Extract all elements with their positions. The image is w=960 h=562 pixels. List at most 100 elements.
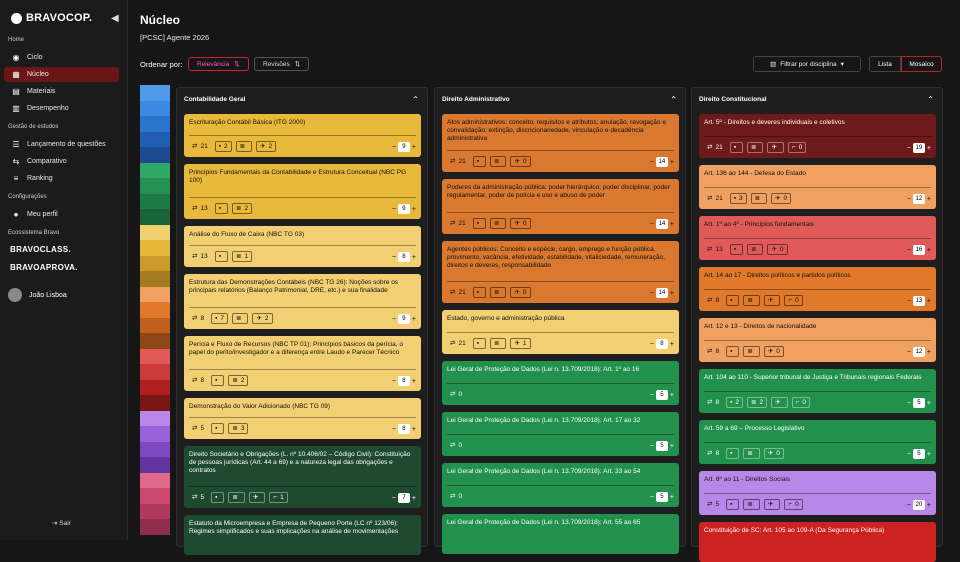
decrement-button[interactable]: − — [907, 502, 911, 509]
card-stat[interactable]: ✈ 0 — [767, 243, 788, 255]
card-stat[interactable]: ✈ 0 — [771, 192, 792, 204]
topic-card[interactable]: Estrutura das Demonstrações Contábeis (N… — [184, 274, 421, 329]
decrement-button[interactable]: − — [907, 298, 911, 305]
revision-counter[interactable]: −13 + — [907, 296, 931, 306]
topic-card[interactable]: Demonstração do Valor Adicionado (NBC TG… — [184, 398, 421, 439]
card-stat[interactable]: ✈ — [763, 294, 781, 306]
card-stat[interactable]: ✈ 2 — [252, 312, 273, 324]
card-stat[interactable]: ▪ — [472, 217, 486, 229]
card-stat[interactable]: ≣ — [235, 140, 253, 152]
topic-card[interactable]: Lei Geral de Proteção de Dados (Lei n. 1… — [442, 412, 679, 456]
topic-card[interactable]: Escrituração Contábil Básica (ITG 2000) ⇄… — [184, 114, 421, 157]
revision-counter[interactable]: −12 + — [907, 194, 931, 204]
topic-card[interactable]: Estatuto da Microempresa e Empresa de Pe… — [184, 515, 421, 555]
revision-counter[interactable]: −16 + — [907, 245, 931, 255]
card-stat[interactable]: ⇄ 13 — [189, 251, 211, 262]
increment-button[interactable]: + — [927, 247, 931, 254]
increment-button[interactable]: + — [927, 145, 931, 152]
decrement-button[interactable]: − — [907, 349, 911, 356]
card-stat[interactable]: ⌐ 1 — [269, 491, 288, 503]
increment-button[interactable]: + — [670, 159, 674, 166]
revision-counter[interactable]: −9 + — [392, 204, 416, 214]
increment-button[interactable]: + — [927, 400, 931, 407]
topic-card[interactable]: Agentes públicos: Conceito e espécie, ca… — [442, 241, 679, 303]
card-stat[interactable]: ⇄ 21 — [447, 156, 469, 167]
topic-card[interactable]: Art. 136 ao 144 - Defesa do Estado ⇄ 21 ▪ 3 ≣… — [699, 165, 936, 209]
card-stat[interactable]: ⇄ 8 — [704, 448, 722, 459]
card-stat[interactable]: ⇄ 13 — [704, 244, 726, 255]
decrement-button[interactable]: − — [650, 494, 654, 501]
card-stat[interactable]: ▪ 7 — [211, 312, 229, 324]
increment-button[interactable]: + — [670, 392, 674, 399]
card-stat[interactable]: ▪ — [726, 345, 740, 357]
card-stat[interactable]: ≣ — [490, 217, 507, 229]
card-stat[interactable]: ⇄ 21 — [447, 287, 469, 298]
card-stat[interactable]: ≣ — [743, 345, 760, 357]
card-stat[interactable]: ≣ — [743, 498, 760, 510]
card-stat[interactable]: ⇄ 8 — [704, 346, 722, 357]
decrement-button[interactable]: − — [650, 443, 654, 450]
topic-card[interactable]: Art. 5º - Direitos e deveres individuais… — [699, 114, 936, 158]
revision-counter[interactable]: −5 + — [650, 492, 674, 502]
topic-card[interactable]: Art. 12 e 13 - Direitos de nacionalidade… — [699, 318, 936, 362]
revision-counter[interactable]: −19 + — [907, 143, 931, 153]
decrement-button[interactable]: − — [392, 495, 396, 502]
topic-card[interactable]: Lei Geral de Proteção de Dados (Lei n. 1… — [442, 361, 679, 405]
revision-counter[interactable]: −8 + — [392, 252, 416, 262]
increment-button[interactable]: + — [927, 502, 931, 509]
sidebar-item-lancamento[interactable]: ☰ Lançamento de questões — [4, 137, 119, 152]
decrement-button[interactable]: − — [392, 378, 396, 385]
card-stat[interactable]: ▪ — [729, 141, 743, 153]
card-stat[interactable]: ⌐ 0 — [784, 294, 803, 306]
card-stat[interactable]: ▪ 2 — [726, 396, 744, 408]
card-stat[interactable]: ≣ — [490, 337, 507, 349]
card-stat[interactable]: ⇄ 8 — [704, 397, 722, 408]
app-logo[interactable]: BRAVOCOP. — [11, 12, 92, 24]
card-stat[interactable]: ⇄ 0 — [447, 389, 465, 400]
card-stat[interactable]: ⇄ 21 — [704, 193, 726, 204]
card-stat[interactable]: ⇄ 0 — [447, 440, 465, 451]
decrement-button[interactable]: − — [650, 341, 654, 348]
increment-button[interactable]: + — [412, 495, 416, 502]
card-stat[interactable]: ≣ — [747, 243, 764, 255]
topic-card[interactable]: Constituição de SC: Art. 105 ao 109-A (D… — [699, 522, 936, 562]
card-stat[interactable]: ⇄ 5 — [704, 499, 722, 510]
revision-counter[interactable]: −8 + — [392, 424, 416, 434]
decrement-button[interactable]: − — [392, 206, 396, 213]
decrement-button[interactable]: − — [392, 426, 396, 433]
card-stat[interactable]: ⇄ 21 — [447, 218, 469, 229]
view-mosaic-button[interactable]: Mosaico — [901, 56, 942, 72]
collapse-column-icon[interactable]: ⌃ — [927, 95, 934, 104]
decrement-button[interactable]: − — [907, 145, 911, 152]
card-stat[interactable]: ≣ — [747, 141, 764, 153]
card-stat[interactable]: ▪ — [472, 155, 486, 167]
card-stat[interactable]: ✈ 2 — [256, 140, 277, 152]
card-stat[interactable]: ⇄ 8 — [189, 375, 207, 386]
card-stat[interactable]: ▪ — [472, 337, 486, 349]
card-stat[interactable]: ⇄ 21 — [447, 338, 469, 349]
sidebar-item-desempenho[interactable]: ▥ Desempenho — [4, 101, 119, 116]
revision-counter[interactable]: −14 + — [650, 219, 674, 229]
decrement-button[interactable]: − — [650, 392, 654, 399]
topic-card[interactable]: Estado, governo e administração pública ⇄… — [442, 310, 679, 354]
increment-button[interactable]: + — [412, 254, 416, 261]
topic-card[interactable]: Perícia e Fluxo de Recursos (NBC TP 01):… — [184, 336, 421, 391]
card-stat[interactable]: ⇄ 8 — [704, 295, 722, 306]
topic-card[interactable]: Princípios Fundamentais da Contabilidade… — [184, 164, 421, 219]
increment-button[interactable]: + — [670, 494, 674, 501]
card-stat[interactable]: ▪ — [211, 374, 225, 386]
increment-button[interactable]: + — [927, 298, 931, 305]
card-stat[interactable]: ✈ — [771, 396, 788, 408]
card-stat[interactable]: ✈ 0 — [510, 286, 531, 298]
sort-revisoes-button[interactable]: Revisões ⇅ — [254, 57, 310, 71]
card-stat[interactable]: ≣ 1 — [232, 250, 253, 262]
collapse-sidebar-icon[interactable]: ◀ — [111, 13, 119, 24]
increment-button[interactable]: + — [412, 426, 416, 433]
topic-card[interactable]: Art. 104 ao 110 - Superior tribunal de J… — [699, 369, 936, 413]
card-stat[interactable]: ≣ — [228, 491, 245, 503]
card-stat[interactable]: ✈ — [767, 141, 784, 153]
revision-counter[interactable]: −12 + — [907, 347, 931, 357]
card-stat[interactable]: ≣ 2 — [228, 374, 249, 386]
card-stat[interactable]: ≣ 3 — [228, 422, 249, 434]
card-stat[interactable]: ⇄ 8 — [189, 313, 207, 324]
